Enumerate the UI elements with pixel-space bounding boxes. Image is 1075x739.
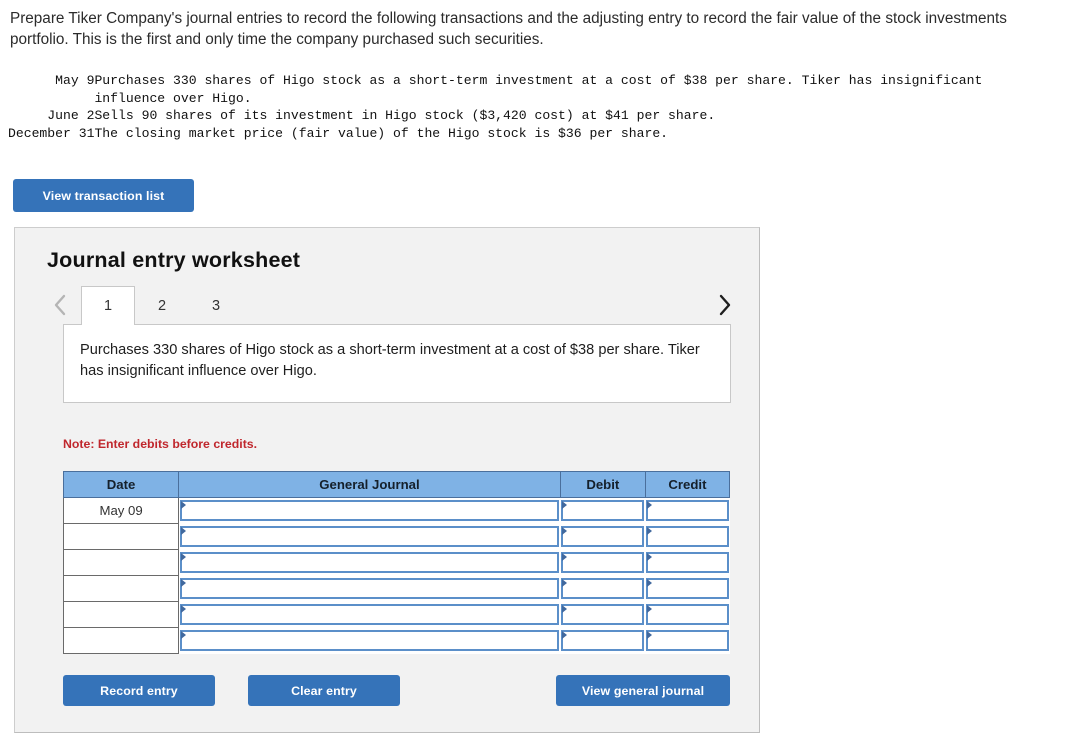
worksheet-tab-3-label: 3	[211, 298, 221, 314]
credit-input-cell[interactable]	[645, 498, 729, 524]
debit-input-cell[interactable]	[560, 628, 645, 654]
view-transaction-list-button[interactable]: View transaction list	[13, 179, 194, 212]
general-journal-input-cell[interactable]	[179, 524, 561, 550]
transaction-description: The closing market price (fair value) of…	[94, 125, 669, 141]
credit-input[interactable]	[646, 552, 729, 573]
worksheet-tab-3[interactable]: 3	[189, 286, 243, 325]
credit-input-cell[interactable]	[645, 524, 729, 550]
column-header-general-journal: General Journal	[178, 471, 561, 498]
view-general-journal-button[interactable]: View general journal	[556, 675, 730, 706]
page-instructions: Prepare Tiker Company's journal entries …	[10, 10, 1007, 48]
general-journal-input[interactable]	[180, 500, 560, 522]
date-cell[interactable]	[62, 601, 180, 628]
credit-input[interactable]	[646, 604, 729, 625]
worksheet-tab-1[interactable]: 1	[81, 286, 135, 326]
transaction-description: Purchases 330 shares of Higo stock as a …	[94, 73, 983, 106]
worksheet-description: Purchases 330 shares of Higo stock as a …	[63, 324, 731, 403]
transaction-description: Sells 90 shares of its investment in Hig…	[94, 108, 716, 124]
column-header-credit: Credit	[644, 471, 731, 498]
transaction-list-body: May 9 Purchases 330 shares of Higo stock…	[8, 72, 982, 142]
transaction-date: December 31	[8, 125, 95, 141]
date-cell[interactable]	[62, 549, 180, 576]
debit-input[interactable]	[561, 578, 645, 599]
transaction-row: June 2 Sells 90 shares of its investment…	[8, 107, 982, 125]
date-cell[interactable]	[62, 627, 180, 654]
clear-entry-button[interactable]: Clear entry	[248, 675, 400, 706]
debits-before-credits-note: Note: Enter debits before credits.	[63, 437, 258, 451]
worksheet-tabstrip: 1 2 3	[47, 286, 737, 326]
journal-entry-header-row: Date General Journal Debit Credit	[62, 471, 731, 498]
journal-entry-worksheet-panel: Journal entry worksheet 1 2 3 Purchases …	[14, 227, 760, 733]
transaction-list: May 9 Purchases 330 shares of Higo stock…	[8, 72, 982, 142]
general-journal-input-cell[interactable]	[179, 576, 561, 602]
transaction-date: June 2	[47, 108, 95, 124]
credit-input[interactable]	[646, 630, 729, 651]
general-journal-input[interactable]	[180, 604, 560, 625]
table-row	[62, 627, 730, 654]
debit-input[interactable]	[561, 604, 645, 625]
debit-input-cell[interactable]	[560, 498, 645, 524]
transaction-date: May 9	[55, 73, 95, 88]
chevron-right-icon[interactable]	[711, 288, 737, 322]
worksheet-tab-1-label: 1	[103, 298, 113, 314]
table-row	[62, 601, 730, 628]
general-journal-input[interactable]	[180, 552, 560, 573]
general-journal-input-cell[interactable]	[179, 550, 561, 576]
record-entry-button[interactable]: Record entry	[63, 675, 215, 706]
date-cell[interactable]	[62, 523, 180, 550]
worksheet-tab-2-label: 2	[157, 298, 167, 314]
journal-entry-table-body: May 09	[62, 497, 730, 654]
credit-input-cell[interactable]	[645, 602, 729, 628]
debit-input[interactable]	[561, 500, 645, 522]
credit-input[interactable]	[646, 578, 729, 599]
debit-input[interactable]	[561, 526, 645, 547]
transaction-row: May 9 Purchases 330 shares of Higo stock…	[8, 72, 982, 107]
credit-input-cell[interactable]	[645, 550, 729, 576]
credit-input[interactable]	[646, 500, 729, 522]
worksheet-title: Journal entry worksheet	[47, 248, 301, 272]
general-journal-input[interactable]	[180, 630, 560, 651]
general-journal-input[interactable]	[180, 578, 560, 599]
debit-input-cell[interactable]	[560, 550, 645, 576]
debit-input-cell[interactable]	[560, 602, 645, 628]
date-cell[interactable]	[62, 575, 180, 602]
general-journal-input[interactable]	[180, 526, 560, 547]
general-journal-input-cell[interactable]	[179, 628, 561, 654]
table-row	[62, 523, 730, 550]
general-journal-input-cell[interactable]	[179, 602, 561, 628]
table-row: May 09	[62, 497, 730, 524]
worksheet-tabs: 1 2 3	[81, 286, 243, 326]
journal-entry-table: Date General Journal Debit Credit May 09	[62, 471, 731, 654]
credit-input-cell[interactable]	[645, 628, 729, 654]
column-header-debit: Debit	[559, 471, 646, 498]
credit-input-cell[interactable]	[645, 576, 729, 602]
chevron-left-icon[interactable]	[47, 288, 73, 322]
debit-input-cell[interactable]	[560, 576, 645, 602]
worksheet-tab-2[interactable]: 2	[135, 286, 189, 325]
credit-input[interactable]	[646, 526, 729, 547]
journal-entry-table-head: Date General Journal Debit Credit	[62, 471, 731, 498]
debit-input[interactable]	[561, 552, 645, 573]
date-cell[interactable]: May 09	[62, 497, 180, 524]
debit-input-cell[interactable]	[560, 524, 645, 550]
transaction-row: December 31 The closing market price (fa…	[8, 125, 982, 143]
general-journal-input-cell[interactable]	[179, 498, 561, 524]
table-row	[62, 575, 730, 602]
debit-input[interactable]	[561, 630, 645, 651]
table-row	[62, 549, 730, 576]
column-header-date: Date	[62, 471, 180, 498]
